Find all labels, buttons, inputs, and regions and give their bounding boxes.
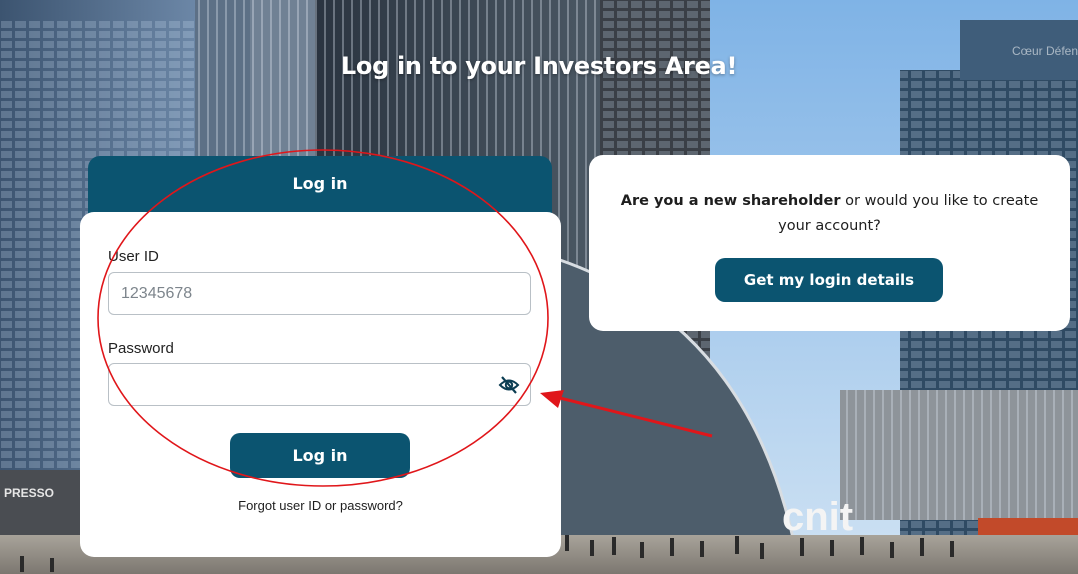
user-id-label: User ID [108,248,159,265]
sign-cnit: cnit [782,495,853,539]
sign-presso: PRESSO [4,486,54,500]
new-shareholder-bold-text: Are you a new shareholder [620,193,841,209]
login-card: User ID Password Log in Forgot user ID o… [80,212,561,557]
user-id-input[interactable] [109,273,530,314]
forgot-credentials-link[interactable]: Forgot user ID or password? [80,498,561,513]
get-login-details-button[interactable]: Get my login details [715,258,943,302]
page-title: Log in to your Investors Area! [340,52,738,80]
password-input[interactable] [109,364,530,405]
eye-slash-icon[interactable] [496,373,522,397]
password-label: Password [108,340,174,357]
new-shareholder-card: Are you a new shareholder or would you l… [589,155,1070,331]
new-shareholder-text: Are you a new shareholder or would you l… [609,189,1050,239]
login-submit-button[interactable]: Log in [230,433,410,478]
eye-slash-icon-graphic [498,376,520,394]
user-id-field[interactable] [108,272,531,315]
password-field[interactable] [108,363,531,406]
login-tab-header: Log in [88,156,552,214]
login-tab-label: Log in [292,173,348,193]
